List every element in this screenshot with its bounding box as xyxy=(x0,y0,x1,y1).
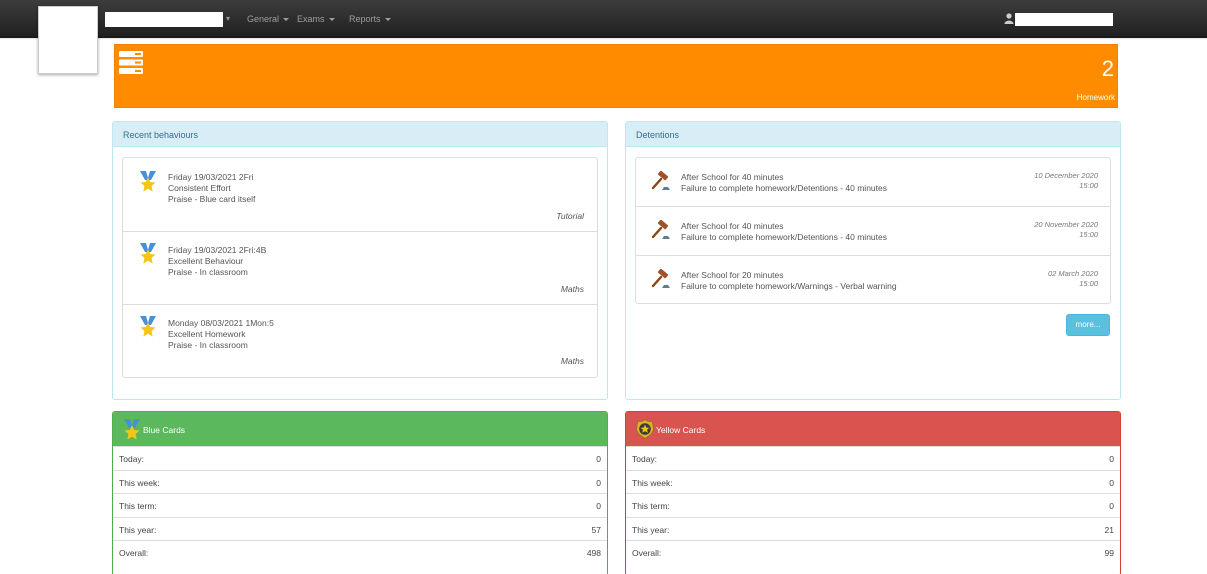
school-name-redacted[interactable] xyxy=(105,12,223,27)
nav-exams[interactable]: Exams xyxy=(297,14,335,24)
detention-title: After School for 20 minutes xyxy=(681,270,784,280)
blue-cards-panel: Blue Cards Today: 0 This week: 0 This term… xyxy=(112,411,608,574)
stat-row-term: This term: 0 xyxy=(113,493,607,517)
behaviour-type: Excellent Behaviour xyxy=(168,256,244,266)
detention-reason: Failure to complete homework/Warnings - … xyxy=(681,281,897,291)
stat-row-year: This year: 57 xyxy=(113,516,607,541)
behaviour-item[interactable]: Monday 08/03/2021 1Mon:5 Excellent Homew… xyxy=(123,305,597,379)
stat-row-overall: Overall: 498 xyxy=(113,540,607,564)
homework-count: 2 xyxy=(1101,56,1114,81)
yellow-cards-title: Yellow Cards xyxy=(656,425,706,435)
stat-row-overall: Overall: 99 xyxy=(626,540,1120,564)
behaviour-detail: Praise - Blue card itself xyxy=(168,194,256,204)
badge-star-icon xyxy=(636,419,654,439)
school-logo-redacted xyxy=(38,6,98,74)
stat-row-today: Today: 0 xyxy=(113,446,607,470)
top-navbar: ▾ General Exams Reports xyxy=(0,0,1207,40)
detention-reason: Failure to complete homework/Detentions … xyxy=(681,232,887,242)
recent-behaviours-panel: Recent behaviours Friday 19/03/2021 2Fri… xyxy=(112,121,608,400)
recent-behaviours-title: Recent behaviours xyxy=(113,122,607,147)
detention-time: 15:00 xyxy=(1079,230,1098,239)
homework-banner[interactable]: 2 Homework xyxy=(114,44,1118,108)
blue-cards-title: Blue Cards xyxy=(143,425,186,435)
blue-cards-header: Blue Cards xyxy=(113,412,607,446)
behaviour-detail: Praise - In classroom xyxy=(168,267,248,277)
detention-title: After School for 40 minutes xyxy=(681,172,784,182)
user-icon xyxy=(1004,13,1014,24)
homework-label: Homework xyxy=(1076,93,1115,102)
detention-date: 02 March 2020 xyxy=(1047,269,1098,278)
gavel-icon xyxy=(651,220,670,239)
nav-general[interactable]: General xyxy=(247,14,290,24)
detentions-title: Detentions xyxy=(626,122,1120,147)
user-name-redacted[interactable] xyxy=(1015,13,1113,26)
detention-date: 10 December 2020 xyxy=(1034,171,1098,180)
medal-icon xyxy=(140,243,156,264)
detention-time: 15:00 xyxy=(1079,279,1098,288)
detention-date: 20 November 2020 xyxy=(1034,220,1098,229)
behaviour-date: Friday 19/03/2021 2Fri xyxy=(168,172,254,182)
detention-title: After School for 40 minutes xyxy=(681,221,784,231)
behaviour-type: Consistent Effort xyxy=(168,183,231,193)
behaviour-list: Friday 19/03/2021 2Fri Consistent Effort… xyxy=(122,157,598,378)
behaviour-subject: Maths xyxy=(560,356,584,366)
detention-item[interactable]: After School for 40 minutes Failure to c… xyxy=(636,158,1110,207)
more-detentions-button[interactable]: more... xyxy=(1066,314,1110,336)
medal-icon xyxy=(140,171,156,192)
behaviour-item[interactable]: Friday 19/03/2021 2Fri Consistent Effort… xyxy=(123,158,597,232)
detention-time: 15:00 xyxy=(1079,181,1098,190)
behaviour-type: Excellent Homework xyxy=(168,329,246,339)
detention-item[interactable]: After School for 20 minutes Failure to c… xyxy=(636,256,1110,305)
behaviour-detail: Praise - In classroom xyxy=(168,340,248,350)
stat-row-week: This week: 0 xyxy=(626,469,1120,494)
detention-item[interactable]: After School for 40 minutes Failure to c… xyxy=(636,207,1110,256)
detentions-panel: Detentions After School for 40 minutes F… xyxy=(625,121,1121,400)
gavel-icon xyxy=(651,269,670,288)
behaviour-subject: Maths xyxy=(560,284,584,294)
school-dropdown-caret[interactable]: ▾ xyxy=(226,14,230,23)
detention-reason: Failure to complete homework/Detentions … xyxy=(681,183,887,193)
nav-reports[interactable]: Reports xyxy=(349,14,391,24)
behaviour-item[interactable]: Friday 19/03/2021 2Fri:4B Excellent Beha… xyxy=(123,232,597,305)
stat-row-year: This year: 21 xyxy=(626,516,1120,541)
medal-icon xyxy=(140,316,156,337)
behaviour-subject: Tutorial xyxy=(556,211,584,221)
gavel-icon xyxy=(651,171,670,190)
yellow-cards-header: Yellow Cards xyxy=(626,412,1120,446)
detention-list: After School for 40 minutes Failure to c… xyxy=(635,157,1111,304)
medal-icon xyxy=(124,419,140,440)
stat-row-today: Today: 0 xyxy=(626,446,1120,470)
behaviour-date: Monday 08/03/2021 1Mon:5 xyxy=(168,318,274,328)
server-stack-icon xyxy=(119,51,143,74)
yellow-cards-panel: Yellow Cards Today: 0 This week: 0 This te… xyxy=(625,411,1121,574)
stat-row-term: This term: 0 xyxy=(626,493,1120,517)
stat-row-week: This week: 0 xyxy=(113,469,607,494)
behaviour-date: Friday 19/03/2021 2Fri:4B xyxy=(168,245,267,255)
